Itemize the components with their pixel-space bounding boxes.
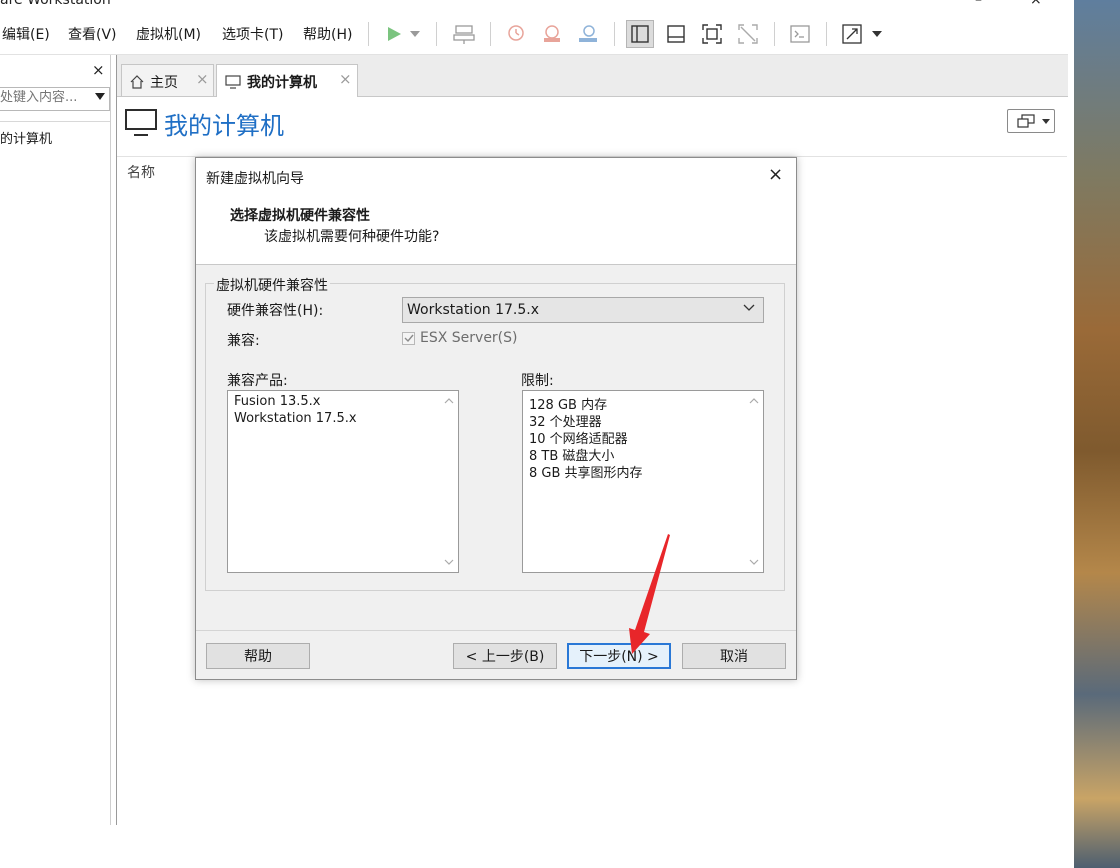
compatible-products-list[interactable]: Fusion 13.5.x Workstation 17.5.x (227, 390, 459, 573)
menu-view[interactable]: 查看(V) (68, 24, 117, 44)
dialog-title: 新建虚拟机向导 (206, 171, 304, 187)
tab-my-computer[interactable]: 我的计算机 × (216, 64, 358, 97)
menu-help[interactable]: 帮助(H) (303, 24, 352, 44)
limits-label: 限制: (521, 373, 554, 389)
window-title: are Workstation (0, 0, 111, 8)
monitor-icon (225, 75, 241, 89)
window-edge (1068, 0, 1074, 868)
tab-bar: 主页 × 我的计算机 × (117, 55, 1068, 97)
play-icon[interactable] (380, 20, 408, 48)
library-search-box[interactable] (0, 87, 110, 111)
help-button[interactable]: 帮助 (206, 643, 310, 669)
compat-select[interactable]: Workstation 17.5.x (402, 297, 764, 323)
menu-tabs[interactable]: 选项卡(T) (222, 24, 283, 44)
dropdown-arrow-icon[interactable] (406, 20, 424, 48)
limits-scrollbar[interactable] (746, 392, 762, 571)
close-window-button[interactable]: × (1030, 0, 1042, 8)
toolbar-separator (774, 22, 775, 46)
chevron-down-icon[interactable] (95, 93, 105, 100)
wizard-step-heading: 选择虚拟机硬件兼容性 (230, 208, 370, 224)
tab-my-computer-label: 我的计算机 (247, 75, 317, 91)
scroll-up-icon[interactable] (749, 398, 759, 404)
scroll-up-icon[interactable] (444, 398, 454, 404)
list-item[interactable]: Workstation 17.5.x (234, 411, 357, 426)
desktop-background (1068, 0, 1120, 868)
esx-server-label: ESX Server(S) (420, 330, 518, 346)
toolbar-separator (490, 22, 491, 46)
sidebar-close-button[interactable]: × (92, 61, 105, 79)
toolbar-separator (614, 22, 615, 46)
toolbar-separator (436, 22, 437, 46)
compat-select-value: Workstation 17.5.x (407, 302, 539, 318)
thumbnail-bar-icon[interactable] (662, 20, 690, 48)
console-icon[interactable] (786, 20, 814, 48)
compatible-products-label: 兼容产品: (227, 373, 288, 389)
revert-snapshot-icon[interactable] (538, 20, 566, 48)
menu-edit[interactable]: 编辑(E) (2, 24, 50, 44)
compat-label: 硬件兼容性(H): (227, 303, 324, 319)
chevron-down-icon (743, 304, 755, 311)
unity-icon[interactable] (734, 20, 762, 48)
tab-home[interactable]: 主页 × (121, 64, 214, 96)
tab-my-computer-close-icon[interactable]: × (339, 70, 352, 88)
menu-vm[interactable]: 虚拟机(M) (136, 24, 201, 44)
esx-server-checkbox[interactable] (402, 332, 415, 345)
products-scrollbar[interactable] (441, 392, 457, 571)
toolbar-separator (368, 22, 369, 46)
library-view-icon[interactable] (626, 20, 654, 48)
list-item[interactable]: Fusion 13.5.x (234, 394, 321, 409)
window-titlebar: are Workstation – × (0, 0, 1068, 14)
tab-home-label: 主页 (150, 75, 178, 91)
column-header-name[interactable]: 名称 (127, 162, 155, 182)
snapshot-icon[interactable] (502, 20, 530, 48)
dialog-close-button[interactable]: × (768, 164, 783, 185)
scroll-down-icon[interactable] (444, 559, 454, 565)
toolbar-separator (826, 22, 827, 46)
tab-home-close-icon[interactable]: × (196, 70, 209, 88)
wizard-step-subheading: 该虚拟机需要何种硬件功能? (264, 229, 440, 245)
view-mode-icon (1017, 114, 1035, 128)
annotation-arrow-icon (629, 534, 670, 654)
new-vm-wizard-dialog: 新建虚拟机向导 × 选择虚拟机硬件兼容性 该虚拟机需要何种硬件功能? 虚拟机硬件… (195, 157, 797, 680)
library-sidebar: × 的计算机 (0, 55, 111, 825)
snapshot-manager-icon[interactable] (574, 20, 602, 48)
fullscreen-icon[interactable] (698, 20, 726, 48)
hardware-compat-group-label: 虚拟机硬件兼容性 (214, 275, 330, 295)
menubar: 编辑(E) 查看(V) 虚拟机(M) 选项卡(T) 帮助(H) (0, 14, 1068, 55)
minimize-button[interactable]: – (975, 0, 982, 8)
page-monitor-icon (125, 109, 157, 136)
scroll-down-icon[interactable] (749, 559, 759, 565)
page-title: 我的计算机 (164, 112, 284, 140)
list-item: 8 GB 共享图形内存 (529, 466, 643, 481)
compatible-label: 兼容: (227, 333, 260, 349)
stretch-dropdown-icon[interactable] (868, 20, 886, 48)
chevron-down-icon (1042, 119, 1050, 124)
home-icon (130, 75, 144, 89)
dialog-header: 新建虚拟机向导 × 选择虚拟机硬件兼容性 该虚拟机需要何种硬件功能? (196, 158, 796, 265)
back-button[interactable]: < 上一步(B) (453, 643, 557, 669)
view-mode-button[interactable] (1007, 109, 1055, 133)
cancel-button[interactable]: 取消 (682, 643, 786, 669)
pane-divider[interactable] (116, 55, 117, 825)
bottom-whitespace (0, 825, 1068, 868)
checkmark-icon (404, 334, 414, 343)
library-search-input[interactable] (0, 90, 86, 105)
dialog-footer-divider (196, 630, 796, 631)
library-tree: 的计算机 (0, 121, 110, 826)
send-keys-icon[interactable] (450, 20, 478, 48)
stretch-icon[interactable] (838, 20, 866, 48)
tree-item-my-computer[interactable]: 的计算机 (0, 128, 52, 147)
